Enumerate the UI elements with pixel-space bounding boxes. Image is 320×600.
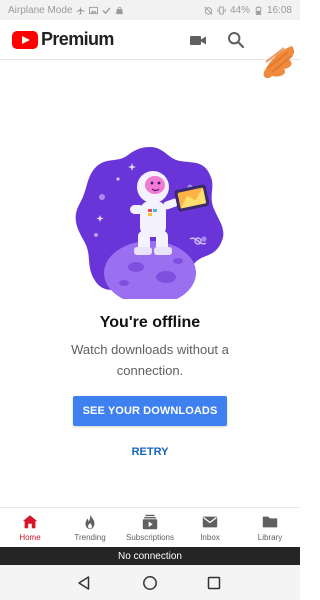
system-home-button[interactable]	[141, 574, 159, 592]
app-bar: Premium	[0, 20, 300, 79]
nav-label-library: Library	[257, 533, 283, 542]
flame-icon	[85, 514, 95, 530]
nav-home[interactable]: Home	[0, 508, 60, 548]
see-your-downloads-button[interactable]: SEE YOUR DOWNLOADS	[73, 396, 227, 426]
check-icon	[102, 6, 112, 14]
nav-library[interactable]: Library	[240, 508, 300, 548]
offline-subtitle: Watch downloads without a connection.	[71, 342, 229, 378]
nav-inbox[interactable]: Inbox	[180, 508, 240, 548]
youtube-play-icon	[12, 30, 38, 49]
no-connection-banner: No connection	[0, 547, 300, 565]
mail-icon	[202, 516, 218, 528]
youtube-premium-logo[interactable]: Premium	[12, 29, 114, 50]
status-bar-left: Airplane Mode	[8, 5, 124, 16]
home-icon	[22, 515, 38, 529]
bag-icon	[116, 6, 124, 14]
cast-icon	[190, 36, 206, 45]
vibrate-icon	[217, 5, 226, 15]
clock: 16:08	[266, 4, 292, 16]
home-circle-icon	[143, 576, 157, 590]
airplane-icon	[76, 5, 86, 15]
nav-label-home: Home	[19, 533, 41, 542]
nav-subscriptions[interactable]: Subscriptions	[120, 508, 180, 548]
system-recents-button[interactable]	[205, 574, 223, 592]
cast-button[interactable]	[186, 28, 210, 52]
brand-text: Premium	[41, 29, 114, 49]
astronaut-illustration	[75, 147, 224, 299]
retry-button[interactable]: RETRY	[118, 441, 182, 463]
bottom-nav: Home Trending Subscriptions Inbox Librar…	[0, 507, 300, 547]
status-bar-right: 44% 16:08	[204, 5, 292, 16]
alarm-off-icon	[204, 6, 213, 15]
battery-icon	[255, 5, 262, 15]
nav-label-inbox: Inbox	[200, 533, 220, 542]
subscriptions-icon	[142, 514, 158, 530]
airplane-mode-label: Airplane Mode	[8, 4, 73, 16]
back-icon	[78, 576, 90, 590]
search-button[interactable]	[224, 28, 248, 52]
image-icon	[89, 6, 99, 14]
search-icon	[228, 32, 245, 49]
offline-title: You're offline	[99, 314, 201, 331]
folder-icon	[262, 516, 278, 528]
avatar[interactable]	[258, 42, 298, 82]
status-bar: Airplane Mode 44% 16:08	[0, 0, 300, 20]
battery-percent: 44%	[229, 4, 250, 16]
system-navigation-bar	[0, 565, 300, 600]
recents-icon	[207, 576, 221, 590]
nav-label-subscriptions: Subscriptions	[125, 533, 175, 542]
nav-label-trending: Trending	[74, 533, 106, 542]
system-back-button[interactable]	[75, 574, 93, 592]
nav-trending[interactable]: Trending	[60, 508, 120, 548]
